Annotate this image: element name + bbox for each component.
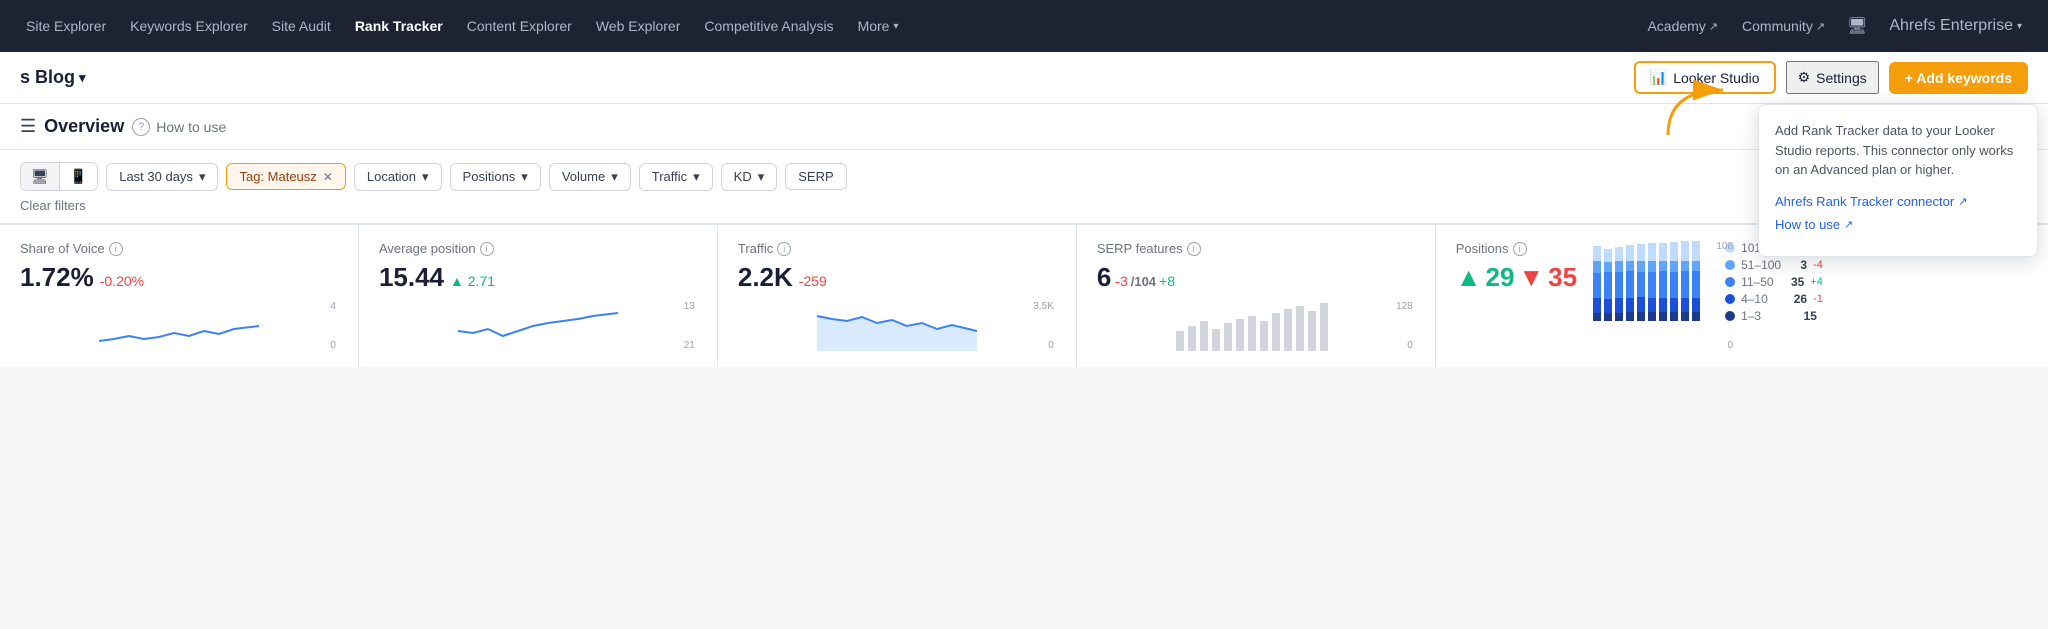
chevron-down-icon: ▾ <box>693 169 700 185</box>
volume-filter[interactable]: Volume ▾ <box>549 163 631 191</box>
how-to-use-link[interactable]: ? How to use <box>132 118 226 136</box>
traffic-card: Traffic i 2.2K -259 3.5K 0 <box>718 224 1077 367</box>
mobile-device-btn[interactable]: 📱 <box>60 163 97 190</box>
overview-title: Overview <box>44 116 124 137</box>
date-range-filter[interactable]: Last 30 days ▾ <box>106 163 218 191</box>
nav-rank-tracker[interactable]: Rank Tracker <box>345 12 453 40</box>
serp-features-label: SERP features i <box>1097 241 1415 256</box>
nav-more[interactable]: More ▾ <box>848 12 909 40</box>
tag-remove-icon[interactable]: ✕ <box>323 170 333 184</box>
tag-filter[interactable]: Tag: Mateusz ✕ <box>226 163 345 190</box>
kd-filter[interactable]: KD ▾ <box>721 163 778 191</box>
share-of-voice-value: 1.72% -0.20% <box>20 262 338 293</box>
legend-row-11-50: 11–50 35 +4 <box>1725 275 1823 289</box>
chevron-down-icon: ▾ <box>199 169 206 185</box>
metrics-row: Share of Voice i 1.72% -0.20% 4 0 Averag… <box>0 224 2048 367</box>
overview-header: ☰ Overview ? How to use <box>0 104 2048 150</box>
tooltip-link-connector[interactable]: Ahrefs Rank Tracker connector ↗ <box>1775 194 2021 209</box>
monitor-icon[interactable]: 🖥 <box>1839 10 1875 42</box>
average-position-value: 15.44 ▲ 2.71 <box>379 262 697 293</box>
average-position-sparkline: 13 21 <box>379 301 697 351</box>
chevron-down-icon: ▾ <box>521 169 528 185</box>
device-toggle: 🖥 📱 <box>20 162 98 191</box>
share-of-voice-label: Share of Voice i <box>20 241 338 256</box>
external-link-icon: ↗ <box>1958 195 1967 208</box>
add-keywords-button[interactable]: + Add keywords <box>1889 62 2028 94</box>
location-filter[interactable]: Location ▾ <box>354 163 442 191</box>
traffic-sparkline: 3.5K 0 <box>738 301 1056 351</box>
nav-site-explorer[interactable]: Site Explorer <box>16 12 116 40</box>
desktop-device-btn[interactable]: 🖥 <box>21 163 59 190</box>
chevron-down-icon: ▾ <box>611 169 618 185</box>
serp-features-card: SERP features i 6 -3 /104 +8 <box>1077 224 1436 367</box>
settings-button[interactable]: ⚙ Settings <box>1786 61 1879 94</box>
filter-bar: 🖥 📱 Last 30 days ▾ Tag: Mateusz ✕ Locati… <box>0 150 2048 224</box>
average-position-label: Average position i <box>379 241 697 256</box>
down-arrow-icon: ▼ <box>1518 262 1544 293</box>
chevron-down-icon: ▾ <box>758 169 765 185</box>
positions-label: Positions i <box>1456 241 1577 256</box>
tooltip-link-how-to-use[interactable]: How to use ↗ <box>1775 217 2021 232</box>
desktop-icon: 🖥 <box>31 168 49 185</box>
traffic-filter[interactable]: Traffic ▾ <box>639 163 713 191</box>
clear-filters-link[interactable]: Clear filters <box>20 194 86 217</box>
sub-nav: s Blog ▾ 📊 Looker Studio ⚙ Settings + Ad… <box>0 52 2048 104</box>
looker-studio-tooltip: Add Rank Tracker data to your Looker Stu… <box>1758 104 2038 257</box>
up-arrow-icon: ▲ <box>1456 262 1482 293</box>
serp-filter[interactable]: SERP <box>785 163 846 190</box>
nav-competitive-analysis[interactable]: Competitive Analysis <box>694 12 843 40</box>
top-nav: Site Explorer Keywords Explorer Site Aud… <box>0 0 2048 52</box>
chevron-down-icon: ▾ <box>893 21 898 32</box>
help-icon: ? <box>132 118 150 136</box>
average-position-delta: ▲ 2.71 <box>450 273 495 289</box>
nav-enterprise[interactable]: Ahrefs Enterprise ▾ <box>1879 11 2032 41</box>
nav-community[interactable]: Community ↗ <box>1732 12 1835 40</box>
share-of-voice-delta: -0.20% <box>100 273 144 289</box>
breadcrumb[interactable]: s Blog ▾ <box>20 67 86 88</box>
positions-filter[interactable]: Positions ▾ <box>450 163 541 191</box>
info-icon[interactable]: i <box>1513 242 1527 256</box>
positions-bar-chart <box>1593 241 1713 321</box>
legend-row-1-3: 1–3 15 <box>1725 309 1823 323</box>
share-of-voice-sparkline: 4 0 <box>20 301 338 351</box>
share-of-voice-card: Share of Voice i 1.72% -0.20% 4 0 <box>0 224 359 367</box>
serp-features-value: 6 -3 /104 +8 <box>1097 262 1415 293</box>
info-icon[interactable]: i <box>777 242 791 256</box>
info-icon[interactable]: i <box>109 242 123 256</box>
arrow-indicator <box>1658 80 1738 145</box>
external-link-icon: ↗ <box>1816 20 1825 33</box>
chevron-down-icon: ▾ <box>79 70 86 86</box>
hamburger-icon[interactable]: ☰ <box>20 116 36 137</box>
traffic-value: 2.2K -259 <box>738 262 1056 293</box>
positions-legend: 101+ 18 +18 51–100 3 -4 11–50 35 +4 <box>1725 241 1823 351</box>
legend-row-4-10: 4–10 26 -1 <box>1725 292 1823 306</box>
positions-value: ▲ 29 ▼ 35 <box>1456 262 1577 293</box>
tooltip-description: Add Rank Tracker data to your Looker Stu… <box>1775 121 2021 180</box>
external-link-icon: ↗ <box>1709 20 1718 33</box>
gear-icon: ⚙ <box>1798 69 1811 86</box>
nav-site-audit[interactable]: Site Audit <box>262 12 341 40</box>
arrow-svg <box>1658 80 1738 140</box>
info-icon[interactable]: i <box>1187 242 1201 256</box>
positions-chart-area: 108 0 101+ 18 +18 51–100 3 -4 <box>1593 241 2028 351</box>
nav-academy[interactable]: Academy ↗ <box>1637 12 1728 40</box>
serp-sparkline: 128 0 <box>1097 301 1415 351</box>
average-position-card: Average position i 15.44 ▲ 2.71 13 21 <box>359 224 718 367</box>
traffic-delta: -259 <box>799 273 827 289</box>
traffic-label: Traffic i <box>738 241 1056 256</box>
nav-keywords-explorer[interactable]: Keywords Explorer <box>120 12 258 40</box>
info-icon[interactable]: i <box>480 242 494 256</box>
external-link-icon: ↗ <box>1844 218 1853 231</box>
nav-content-explorer[interactable]: Content Explorer <box>457 12 582 40</box>
legend-row-51-100: 51–100 3 -4 <box>1725 258 1823 272</box>
mobile-icon: 📱 <box>70 168 87 185</box>
chevron-down-icon: ▾ <box>2017 21 2022 32</box>
positions-main: Positions i ▲ 29 ▼ 35 <box>1456 241 1577 351</box>
nav-web-explorer[interactable]: Web Explorer <box>586 12 691 40</box>
chevron-down-icon: ▾ <box>422 169 429 185</box>
